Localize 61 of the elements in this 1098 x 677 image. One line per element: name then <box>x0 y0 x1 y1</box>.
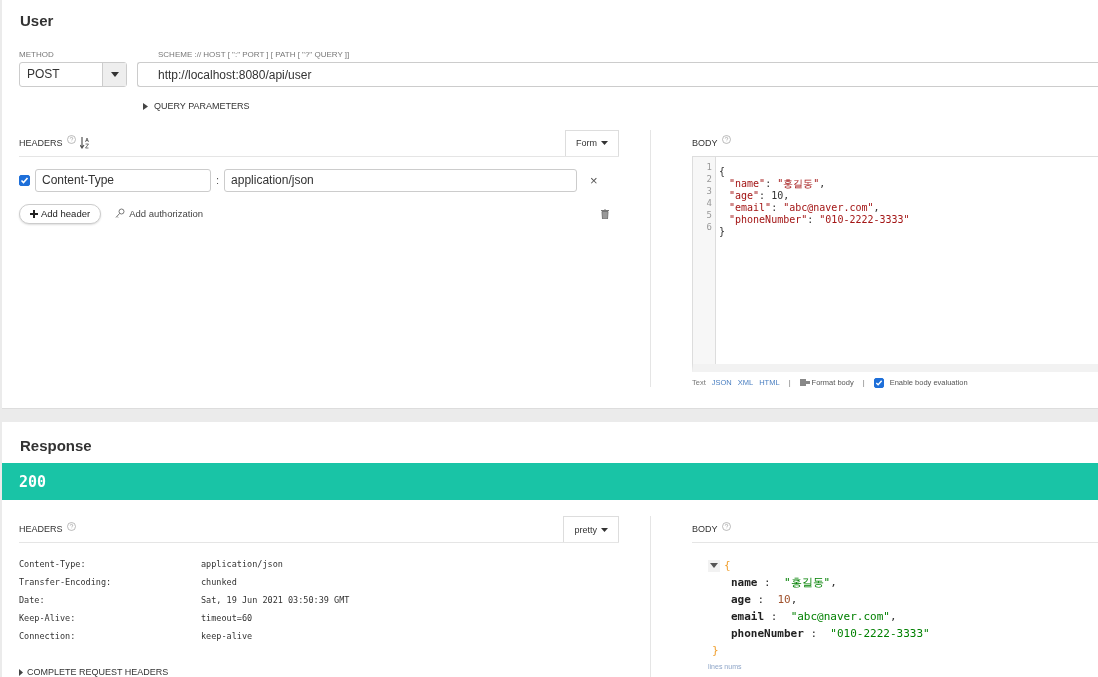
code-line: { <box>719 165 726 177</box>
line-number: 4 <box>706 196 712 209</box>
caret-icon <box>601 141 608 145</box>
headers-label: HEADERS <box>19 524 63 534</box>
remove-header-button[interactable]: × <box>588 172 600 188</box>
line-number: 2 <box>706 172 712 185</box>
code-line: "age": 10, <box>728 189 790 201</box>
code-line: "phoneNumber": "010-2222-3333" <box>728 213 910 225</box>
header-name: Connection: <box>19 631 77 641</box>
header-value-field[interactable]: application/json <box>224 168 578 192</box>
complete-request-headers-toggle[interactable]: COMPLETE REQUEST HEADERS <box>19 667 619 677</box>
code-line: } <box>719 225 726 237</box>
json-field: phoneNumber : "010-2222-3333" <box>731 627 930 640</box>
header-value: keep-alive <box>201 631 253 641</box>
caret-icon <box>19 668 23 676</box>
method-select[interactable]: POST <box>19 62 127 87</box>
sort-icon[interactable] <box>79 136 90 149</box>
add-header-button[interactable]: Add header <box>19 203 102 224</box>
header-name: Keep-Alive: <box>19 613 77 623</box>
url-field[interactable]: http://localhost:8080/api/user <box>137 62 1098 87</box>
json-brace: { <box>724 559 731 572</box>
json-field: age : 10, <box>731 593 798 606</box>
key-icon <box>115 208 126 219</box>
header-value: Sat, 19 Jun 2021 03:50:39 GMT <box>201 595 350 605</box>
section-title: Response <box>19 436 93 456</box>
collapse-toggle-icon[interactable] <box>708 559 720 572</box>
body-label: BODY <box>692 524 718 534</box>
evaluation-checkbox[interactable] <box>873 377 884 388</box>
json-field: email : "abc@naver.com", <box>731 610 897 623</box>
add-authorization-link[interactable]: Add authorization <box>115 208 204 219</box>
header-name: Content-Type: <box>19 559 87 569</box>
method-label: METHOD <box>19 50 55 59</box>
headers-mode-dropdown[interactable]: Form <box>565 129 619 156</box>
header-value: timeout=60 <box>201 613 253 623</box>
header-separator: : <box>216 174 220 186</box>
header-value: chunked <box>201 577 237 587</box>
header-name: Date: <box>19 595 46 605</box>
section-title: User <box>19 11 55 31</box>
status-code: 200 <box>19 472 47 491</box>
line-number: 3 <box>706 184 712 197</box>
code-line: "name": "홍길동", <box>728 177 826 189</box>
url-label: SCHEME :// HOST [ ":" PORT ] [ PATH [ "?" QUERY ]] <box>157 50 351 59</box>
plus-icon <box>30 209 38 218</box>
header-checkbox[interactable] <box>19 174 30 186</box>
json-brace: } <box>712 644 719 657</box>
body-label: BODY <box>692 137 718 148</box>
header-name-field[interactable]: Content-Type <box>35 168 211 192</box>
json-field: name : "홍길동", <box>731 575 837 590</box>
header-name: Transfer-Encoding: <box>19 577 113 587</box>
line-number: 1 <box>706 160 712 173</box>
header-value: application/json <box>201 559 283 569</box>
headers-label: HEADERS <box>19 137 63 148</box>
code-line: "email": "abc@naver.com", <box>728 201 880 213</box>
line-number: 6 <box>706 220 712 233</box>
headers-mode-dropdown[interactable]: pretty <box>563 516 619 542</box>
query-parameters-toggle[interactable]: QUERY PARAMETERS <box>143 101 250 111</box>
paint-roller-icon <box>799 378 810 387</box>
caret-icon <box>601 527 608 532</box>
line-number: 5 <box>706 208 712 221</box>
caret-icon <box>110 72 119 77</box>
trash-icon[interactable] <box>601 208 609 219</box>
